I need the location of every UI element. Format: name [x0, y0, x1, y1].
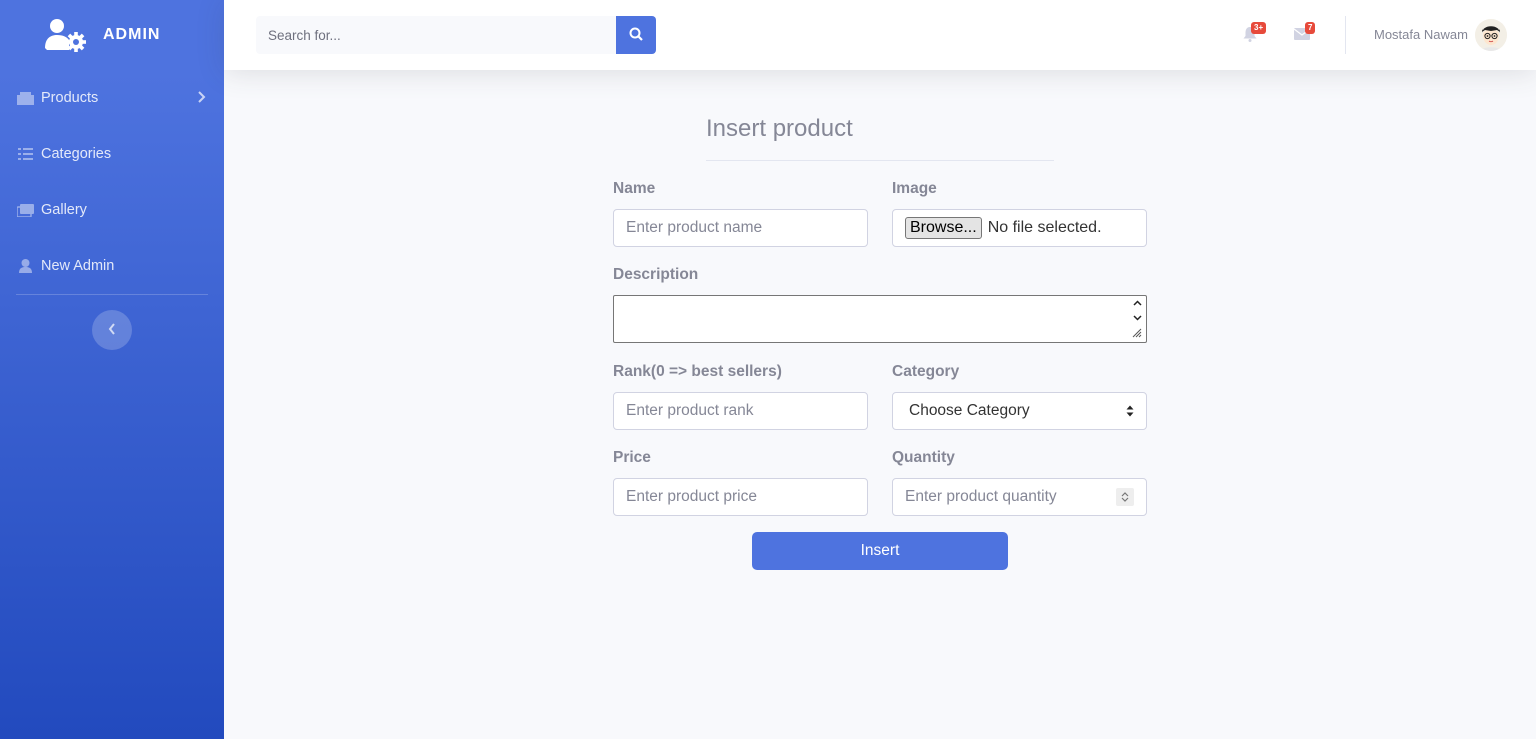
spinner-icon[interactable] [1116, 488, 1134, 506]
name-label: Name [613, 180, 656, 197]
search-input[interactable] [256, 16, 616, 54]
chevron-right-icon [198, 90, 206, 106]
select-arrows-icon [1126, 404, 1134, 419]
insert-button[interactable]: Insert [752, 532, 1008, 570]
price-placeholder: Enter product price [626, 488, 757, 505]
sidebar-brand[interactable]: ADMIN [0, 0, 224, 70]
category-selected-value: Choose Category [909, 402, 1030, 419]
page-title: Insert product [706, 115, 853, 142]
topbar-divider [1345, 16, 1346, 54]
quantity-stepper[interactable]: Enter product quantity [892, 478, 1147, 516]
alerts-button[interactable]: 3+ [1243, 22, 1267, 44]
images-icon [16, 203, 34, 217]
browse-button[interactable]: Browse... [905, 217, 982, 239]
sidebar-item-label: Gallery [41, 202, 87, 218]
search-icon [629, 27, 643, 44]
alerts-badge: 3+ [1251, 22, 1267, 34]
sidebar-item-label: Categories [41, 146, 112, 162]
sidebar-item-new-admin[interactable]: New Admin [0, 238, 224, 294]
sidebar-item-gallery[interactable]: Gallery [0, 182, 224, 238]
messages-badge: 7 [1305, 22, 1316, 34]
name-placeholder: Enter product name [626, 219, 763, 236]
chevron-down-icon [1132, 313, 1142, 323]
image-file-input[interactable]: Browse... No file selected. [892, 209, 1147, 247]
price-label: Price [613, 449, 651, 466]
sidebar-item-label: New Admin [41, 258, 115, 274]
users-cog-icon [45, 18, 87, 52]
category-select[interactable]: Choose Category [892, 392, 1147, 430]
topbar: 3+ 7 Mostafa Nawam [224, 0, 1536, 70]
search-button[interactable] [616, 16, 656, 54]
list-icon [16, 147, 34, 161]
sidebar-item-label: Products [41, 90, 99, 106]
resize-grip-icon[interactable] [1132, 328, 1142, 340]
description-label: Description [613, 266, 699, 283]
sidebar-item-categories[interactable]: Categories [0, 126, 224, 182]
rank-label: Rank(0 => best sellers) [613, 363, 782, 380]
description-textarea[interactable] [613, 295, 1147, 343]
chevron-up-icon [1132, 298, 1142, 308]
messages-button[interactable]: 7 [1293, 22, 1316, 44]
boxes-icon [16, 91, 34, 105]
sidebar-toggle-button[interactable] [92, 310, 132, 350]
textarea-scrollbar[interactable] [1130, 298, 1144, 340]
user-icon [16, 259, 34, 273]
sidebar-item-products[interactable]: Products [0, 70, 224, 126]
sidebar: ADMIN Products Categories Gallery New Ad… [0, 0, 224, 739]
rank-placeholder: Enter product rank [626, 402, 754, 419]
chevron-left-icon [108, 322, 116, 339]
sidebar-divider [16, 294, 208, 295]
brand-title: ADMIN [103, 26, 161, 43]
image-label: Image [892, 180, 937, 197]
quantity-placeholder: Enter product quantity [905, 488, 1057, 505]
file-status: No file selected. [987, 219, 1102, 236]
user-name[interactable]: Mostafa Nawam [1374, 27, 1468, 42]
rank-input[interactable]: Enter product rank [613, 392, 868, 430]
title-divider [706, 160, 1054, 161]
price-input[interactable]: Enter product price [613, 478, 868, 516]
name-input[interactable]: Enter product name [613, 209, 868, 247]
search-bar [256, 16, 656, 54]
quantity-label: Quantity [892, 449, 955, 466]
category-label: Category [892, 363, 960, 380]
avatar[interactable] [1475, 19, 1507, 51]
